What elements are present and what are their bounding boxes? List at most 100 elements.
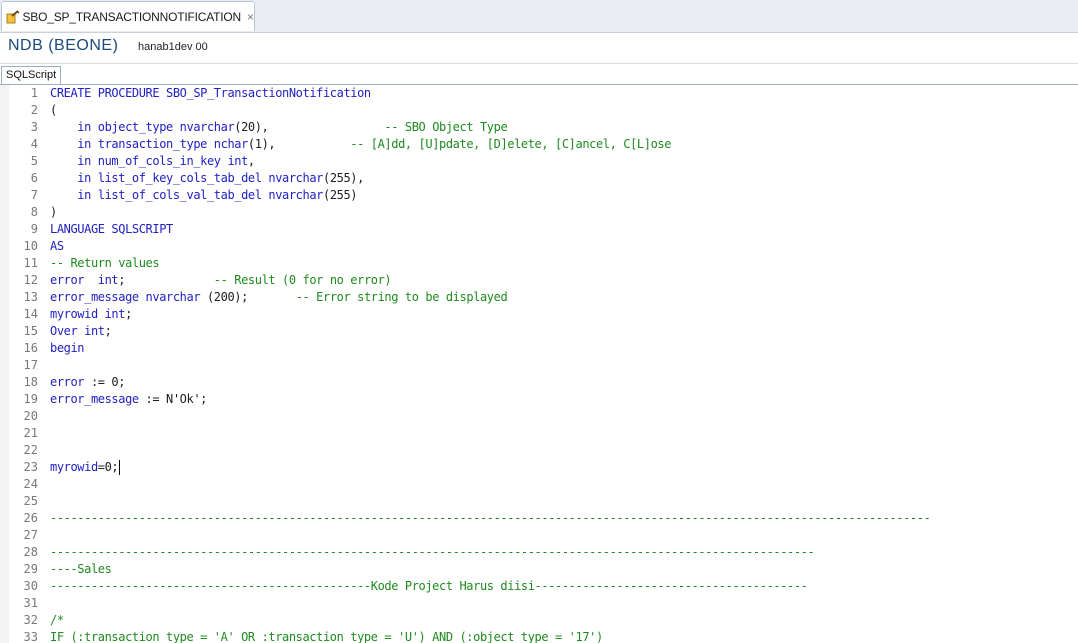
line-number: 12 [23,273,38,287]
code-token: := N'Ok'; [138,392,208,406]
code-text: CREATE PROCEDURE SBO_SP_TransactionNotif… [50,85,371,102]
code-token: error [50,375,85,389]
code-line[interactable]: 13 error_message nvarchar (200); -- Error… [0,289,1078,306]
code-text: begin [50,340,85,357]
code-token: -- SBO Object Type [384,120,508,134]
line-number: 31 [23,596,38,610]
code-token: in num_of_cols_in_key int [50,154,248,168]
close-icon[interactable]: × [247,10,254,24]
code-token: -- Return values [50,256,160,270]
host-label: hanab1dev 00 [138,41,208,53]
line-number: 5 [30,154,38,168]
code-line[interactable]: 28 --------------------------------------… [0,544,1078,561]
code-line[interactable]: 7 in list_of_cols_val_tab_del nvarchar(2… [0,187,1078,204]
code-text: AS [50,238,64,255]
line-number: 16 [23,341,38,355]
code-text: in object_type nvarchar(20), -- SBO Obje… [50,119,507,136]
code-line[interactable]: 29 ----Sales [0,561,1078,578]
code-editor[interactable]: 1 CREATE PROCEDURE SBO_SP_TransactionNoti… [0,85,1078,643]
line-number: 23 [23,460,38,474]
code-token: (20), [234,120,385,134]
code-text: error_message nvarchar (200); -- Error s… [50,289,508,306]
tab-sqlscript[interactable]: SQLScript [1,66,62,84]
line-number: 18 [23,375,38,389]
code-token: -- [A]dd, [U]pdate, [D]elete, [C]ancel, … [350,137,672,151]
code-token: -- Error string to be displayed [295,290,508,304]
line-number: 7 [30,188,38,202]
code-line[interactable]: 12 error int; -- Result (0 for no error) [0,272,1078,289]
code-line[interactable]: 18 error := 0; [0,374,1078,391]
code-line[interactable]: 26 --------------------------------------… [0,510,1078,527]
code-text: ) [50,204,57,221]
line-number: 1 [30,86,38,100]
code-token: IF (:transaction_type = 'A' OR :transact… [50,630,603,643]
code-line[interactable]: 15 Over int; [0,323,1078,340]
code-token: /* [50,613,64,627]
code-text: in list_of_cols_val_tab_del nvarchar(255… [50,187,357,204]
code-token: ----------------------------------------… [50,511,931,525]
code-text: ----------------------------------------… [50,510,931,527]
code-line[interactable]: 9 LANGUAGE SQLSCRIPT [0,221,1078,238]
line-number: 22 [23,443,38,457]
code-text: error := 0; [50,374,125,391]
code-line[interactable]: 3 in object_type nvarchar(20), -- SBO Ob… [0,119,1078,136]
code-text: IF (:transaction_type = 'A' OR :transact… [50,629,603,643]
editor-subtab-bar: SQLScript [0,64,1078,85]
line-number: 9 [30,222,38,236]
code-line[interactable]: 1 CREATE PROCEDURE SBO_SP_TransactionNoti… [0,85,1078,102]
code-text: error int; -- Result (0 for no error) [50,272,392,289]
line-number: 11 [23,256,38,270]
code-line[interactable]: 10 AS [0,238,1078,255]
line-number: 13 [23,290,38,304]
code-token: (255) [323,188,358,202]
connection-header: NDB (BEONE) hanab1dev 00 [0,33,1078,64]
code-line[interactable]: 22 [0,442,1078,459]
code-line[interactable]: 24 [0,476,1078,493]
code-line[interactable]: 2( [0,102,1078,119]
code-line[interactable]: 11 -- Return values [0,255,1078,272]
code-token: =0; [97,460,119,474]
editor-tab[interactable]: SBO_SP_TRANSACTIONNOTIFICATION × [1,1,255,31]
code-line[interactable]: 32 /* [0,612,1078,629]
code-line[interactable]: 5 in num_of_cols_in_key int, [0,153,1078,170]
code-token: CREATE PROCEDURE SBO_SP_TransactionNotif… [50,86,371,100]
code-line[interactable]: 4 in transaction_type nchar(1), -- [A]dd… [0,136,1078,153]
code-line[interactable]: 17 [0,357,1078,374]
code-text: ----Sales [50,561,112,578]
code-line[interactable]: 25 [0,493,1078,510]
code-text: error_message := N'Ok'; [50,391,207,408]
line-number: 33 [23,630,38,643]
code-line[interactable]: 14 myrowid int; [0,306,1078,323]
code-token: myrowid int [50,307,126,321]
code-line[interactable]: 6 in list_of_key_cols_tab_del nvarchar(2… [0,170,1078,187]
code-line[interactable]: 16 begin [0,340,1078,357]
code-line[interactable]: 30 --------------------------------------… [0,578,1078,595]
line-number: 29 [23,562,38,576]
line-number: 8 [30,205,38,219]
code-text: -- Return values [50,255,160,272]
code-token: begin [50,341,85,355]
procedure-icon [6,9,21,25]
code-line[interactable]: 21 [0,425,1078,442]
line-number: 10 [23,239,38,253]
code-line[interactable]: 27 [0,527,1078,544]
code-line[interactable]: 31 [0,595,1078,612]
code-line[interactable]: 20 [0,408,1078,425]
code-text: /* [50,612,64,629]
code-text: myrowid=0; [50,459,121,476]
code-token: ----Sales [50,562,112,576]
code-token: ; [104,324,112,338]
code-line[interactable]: 23 myrowid=0; [0,459,1078,476]
code-text: Over int; [50,323,112,340]
line-number: 2 [30,103,38,117]
code-text: ----------------------------------------… [50,544,815,561]
code-token: ; [125,307,132,321]
code-token: ----------------------------------------… [50,545,815,559]
code-text: in transaction_type nchar(1), -- [A]dd, … [50,136,671,153]
line-number: 3 [30,120,38,134]
code-token: ) [50,205,57,219]
code-token: error int [50,273,119,287]
code-line[interactable]: 33 IF (:transaction_type = 'A' OR :transa… [0,629,1078,643]
code-line[interactable]: 19 error_message := N'Ok'; [0,391,1078,408]
code-line[interactable]: 8) [0,204,1078,221]
